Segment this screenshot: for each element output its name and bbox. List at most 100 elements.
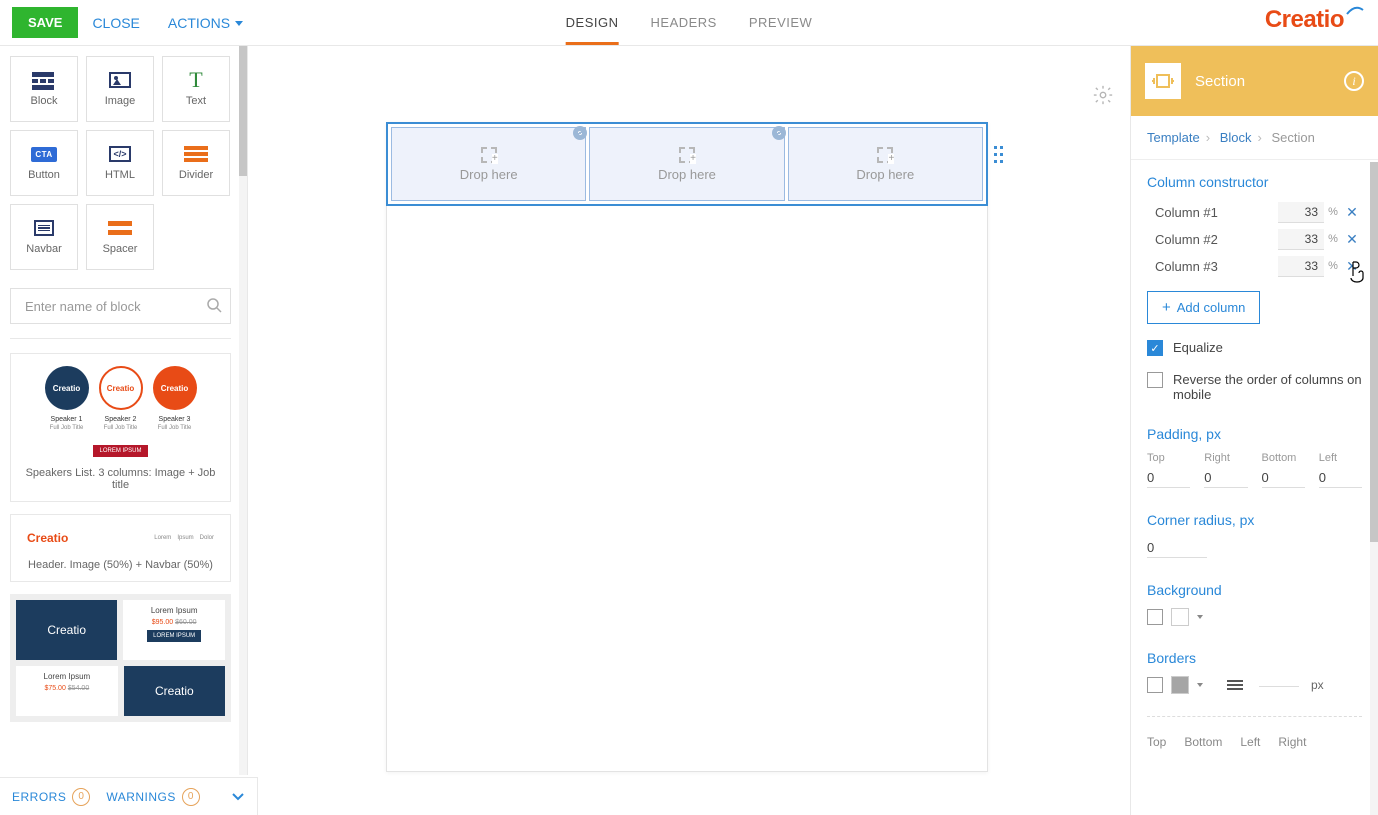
properties-body: Column constructor Column #1 33 % ✕ Colu… (1131, 160, 1378, 815)
tool-text[interactable]: T Text (162, 56, 230, 122)
close-button[interactable]: CLOSE (78, 7, 153, 39)
padding-left-label: Left (1319, 452, 1362, 464)
expand-status-icon[interactable] (231, 789, 245, 804)
text-icon: T (183, 71, 209, 89)
reverse-row: Reverse the order of columns on mobile (1147, 372, 1362, 402)
block-preset-header[interactable]: Creatio LoremIpsumDolor Header. Image (5… (10, 514, 231, 582)
block-preset-products[interactable]: Creatio Lorem Ipsum $95.00 $60.00 LOREM … (10, 594, 231, 722)
tab-preview[interactable]: PREVIEW (749, 1, 812, 45)
equalize-row: Equalize (1147, 340, 1362, 356)
background-color-swatch[interactable] (1171, 608, 1189, 626)
add-column-label: Add column (1177, 300, 1246, 315)
column-name: Column #2 (1147, 232, 1278, 247)
add-column-button[interactable]: + Add column (1147, 291, 1260, 324)
section-icon (1145, 63, 1181, 99)
crumb-template[interactable]: Template (1147, 130, 1200, 145)
border-color-swatch[interactable] (1171, 676, 1189, 694)
reverse-checkbox[interactable] (1147, 372, 1163, 388)
image-icon (107, 71, 133, 89)
border-style-select[interactable] (1227, 680, 1243, 690)
corner-title: Corner radius, px (1147, 512, 1362, 528)
settings-gear-icon[interactable] (1092, 84, 1114, 109)
page-preview[interactable]: Drop here Drop here Drop here (386, 122, 988, 772)
left-panel-content: Block Image T Text CTA Button </> HTML D… (0, 46, 239, 775)
tab-headers[interactable]: HEADERS (651, 1, 717, 45)
block-preset-speakers[interactable]: CreatioSpeaker 1Full Job Title CreatioSp… (10, 353, 231, 502)
tool-button[interactable]: CTA Button (10, 130, 78, 196)
border-side-bottom: Bottom (1184, 735, 1222, 749)
properties-header: Section i (1131, 46, 1378, 116)
column-delete-icon[interactable]: ✕ (1342, 258, 1362, 275)
column-delete-icon[interactable]: ✕ (1342, 231, 1362, 248)
padding-bottom-input[interactable]: 0 (1262, 468, 1305, 488)
equalize-checkbox[interactable] (1147, 340, 1163, 356)
padding-right-input[interactable]: 0 (1204, 468, 1247, 488)
scrollbar-thumb[interactable] (239, 46, 247, 176)
tool-block[interactable]: Block (10, 56, 78, 122)
selected-section[interactable]: Drop here Drop here Drop here (386, 122, 988, 206)
tool-spacer[interactable]: Spacer (86, 204, 154, 270)
top-tabs: DESIGN HEADERS PREVIEW (566, 1, 813, 45)
column-delete-icon[interactable]: ✕ (1342, 204, 1362, 221)
brand-logo-text: Creatio (1265, 6, 1344, 34)
border-unit: px (1311, 678, 1324, 692)
borders-controls: px (1147, 676, 1362, 694)
section-drag-handle[interactable] (994, 146, 1003, 163)
info-icon[interactable]: i (1344, 71, 1364, 91)
tool-html[interactable]: </> HTML (86, 130, 154, 196)
tool-navbar[interactable]: Navbar (10, 204, 78, 270)
tool-image[interactable]: Image (86, 56, 154, 122)
borders-title: Borders (1147, 650, 1362, 666)
tool-label: Navbar (26, 243, 61, 255)
search-input[interactable] (23, 298, 206, 315)
padding-left-input[interactable]: 0 (1319, 468, 1362, 488)
link-badge-icon[interactable] (573, 126, 587, 140)
actions-dropdown[interactable]: ACTIONS (154, 7, 257, 39)
drop-zone-1[interactable]: Drop here (391, 127, 586, 201)
block-thumbnail: CreatioSpeaker 1Full Job Title CreatioSp… (19, 366, 222, 457)
save-button[interactable]: SAVE (12, 7, 78, 38)
padding-bottom-label: Bottom (1262, 452, 1305, 464)
block-search (10, 288, 231, 324)
button-icon: CTA (31, 145, 57, 163)
column-width-input[interactable]: 33 (1278, 202, 1324, 223)
link-badge-icon[interactable] (772, 126, 786, 140)
column-row-1: Column #1 33 % ✕ (1147, 200, 1362, 224)
tool-divider[interactable]: Divider (162, 130, 230, 196)
tool-palette: Block Image T Text CTA Button </> HTML D… (10, 56, 231, 270)
left-scrollbar[interactable] (239, 46, 247, 775)
drop-zone-3[interactable]: Drop here (788, 127, 983, 201)
tab-design[interactable]: DESIGN (566, 1, 619, 45)
block-icon (31, 71, 57, 89)
column-unit: % (1324, 260, 1342, 272)
tool-label: Image (105, 95, 136, 107)
column-unit: % (1324, 206, 1342, 218)
corner-radius-input[interactable]: 0 (1147, 538, 1207, 558)
warnings-toggle[interactable]: WARNINGS 0 (106, 788, 200, 806)
search-icon[interactable] (206, 297, 222, 316)
borders-checkbox[interactable] (1147, 677, 1163, 693)
block-thumbnail: Creatio Lorem Ipsum $95.00 $60.00 LOREM … (10, 594, 231, 722)
padding-inputs: Top0 Right0 Bottom0 Left0 (1147, 452, 1362, 488)
color-dropdown-icon[interactable] (1197, 615, 1203, 619)
color-dropdown-icon[interactable] (1197, 683, 1203, 687)
warnings-label: WARNINGS (106, 790, 176, 804)
background-checkbox[interactable] (1147, 609, 1163, 625)
column-width-input[interactable]: 33 (1278, 229, 1324, 250)
padding-title: Padding, px (1147, 426, 1362, 442)
column-width-input[interactable]: 33 (1278, 256, 1324, 277)
drop-label: Drop here (658, 167, 716, 182)
drop-zone-2[interactable]: Drop here (589, 127, 784, 201)
padding-top-input[interactable]: 0 (1147, 468, 1190, 488)
warnings-count: 0 (182, 788, 200, 806)
scrollbar-thumb[interactable] (1370, 162, 1378, 542)
errors-toggle[interactable]: ERRORS 0 (12, 788, 90, 806)
drop-label: Drop here (460, 167, 518, 182)
background-controls (1147, 608, 1362, 626)
crumb-block[interactable]: Block (1220, 130, 1252, 145)
column-row-2: Column #2 33 % ✕ (1147, 227, 1362, 251)
right-scrollbar[interactable] (1370, 162, 1378, 815)
tool-label: HTML (105, 169, 135, 181)
border-width-input[interactable] (1259, 684, 1299, 687)
tool-label: Text (186, 95, 206, 107)
